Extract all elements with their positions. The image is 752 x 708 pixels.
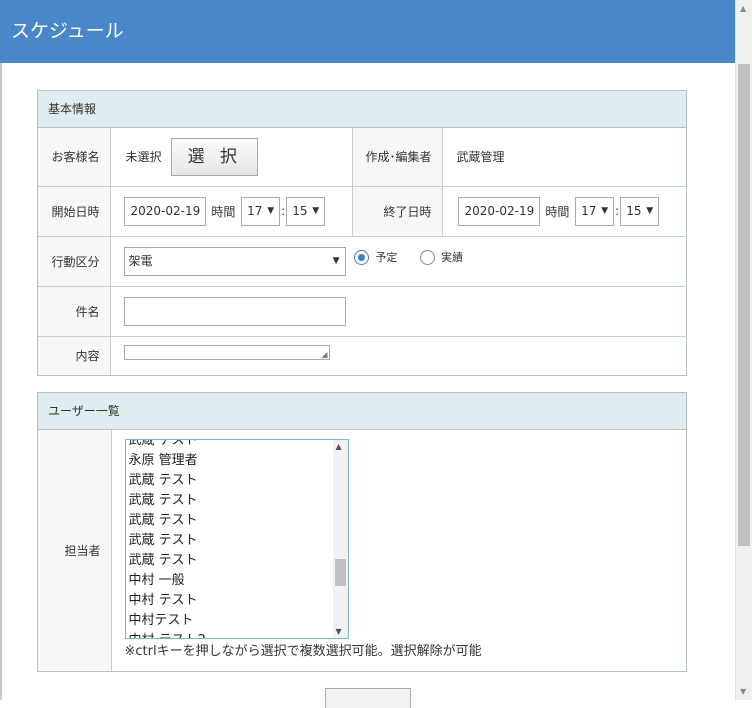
radio-planned[interactable] [354, 249, 370, 265]
subject-row: 件名 [38, 285, 686, 337]
start-date-input[interactable]: 2020-02-19 [123, 196, 206, 226]
start-label: 開始日時 [38, 185, 111, 237]
action-type-value: 架電 [128, 253, 153, 268]
scroll-down-icon[interactable]: ▼ [740, 687, 746, 696]
editor-label: 作成･編集者 [351, 128, 443, 187]
page-scrollbar[interactable]: ▲ ▼ [735, 0, 752, 700]
action-cell: 架電 ▼ 予定 実績 [109, 235, 686, 287]
assignee-row: 担当者 武蔵 テスト 永原 管理者 武蔵 テスト 武蔵 テスト 武蔵 テスト 武… [38, 430, 686, 671]
subject-label: 件名 [38, 285, 111, 337]
start-time-label: 時間 [211, 204, 236, 219]
assignee-label: 担当者 [38, 430, 112, 671]
assignee-cell: 武蔵 テスト 永原 管理者 武蔵 テスト 武蔵 テスト 武蔵 テスト 武蔵 テス… [110, 430, 686, 671]
chevron-down-icon: ▼ [332, 255, 340, 266]
list-item[interactable]: 中村 テスト [129, 591, 331, 611]
scroll-up-icon[interactable]: ▲ [740, 4, 746, 13]
chevron-down-icon: ▼ [646, 205, 654, 216]
list-item[interactable]: 武蔵 テスト [129, 471, 331, 491]
subject-cell [109, 285, 686, 337]
page-scrollbar-thumb[interactable] [738, 64, 750, 546]
bottom-action-button[interactable] [325, 688, 411, 708]
window-title: スケジュール [0, 0, 735, 63]
list-item[interactable]: 中村 テスト2 [129, 631, 331, 638]
start-minute-select[interactable]: 15 ▼ [286, 196, 326, 226]
listbox-scrollbar-thumb[interactable] [334, 559, 346, 586]
user-list-panel: ユーザー一覧 担当者 武蔵 テスト 永原 管理者 武蔵 テスト 武蔵 テスト 武… [37, 392, 687, 672]
editor-value: 武蔵管理 [441, 128, 686, 187]
assignee-listbox[interactable]: 武蔵 テスト 永原 管理者 武蔵 テスト 武蔵 テスト 武蔵 テスト 武蔵 テス… [124, 439, 349, 639]
scroll-down-icon[interactable]: ▼ [336, 627, 342, 636]
chevron-down-icon: ▼ [267, 205, 275, 216]
end-minute-value: 15 [626, 203, 642, 218]
end-hour-select[interactable]: 17 ▼ [575, 196, 615, 226]
end-cell: 2020-02-19 時間 17 ▼:15 ▼ [441, 185, 686, 237]
start-hour-select[interactable]: 17 ▼ [241, 196, 281, 226]
user-list-table: 担当者 武蔵 テスト 永原 管理者 武蔵 テスト 武蔵 テスト 武蔵 テスト 武… [38, 430, 686, 671]
list-item[interactable]: 中村テスト [129, 611, 331, 631]
list-item[interactable]: 武蔵 テスト [129, 511, 331, 531]
start-cell: 2020-02-19 時間 17 ▼:15 ▼ [109, 185, 353, 237]
action-label: 行動区分 [38, 235, 111, 287]
chevron-down-icon: ▼ [601, 205, 609, 216]
end-minute-select[interactable]: 15 ▼ [620, 196, 660, 226]
customer-value: 未選択 [125, 150, 162, 165]
content-row: 内容 ◢ [38, 335, 686, 375]
basic-info-header: 基本情報 [38, 91, 686, 128]
list-item[interactable]: 武蔵 テスト [129, 531, 331, 551]
content-cell: ◢ [109, 335, 686, 375]
multi-select-note: ※ctrlキーを押しながら選択で複数選択可能。選択解除が可能 [124, 644, 482, 659]
customer-cell: 未選択 選 択 [109, 128, 353, 187]
end-time-separator: : [615, 204, 620, 218]
end-time-label: 時間 [545, 204, 570, 219]
list-item[interactable]: 武蔵 テスト [129, 491, 331, 511]
scroll-up-icon[interactable]: ▲ [336, 442, 342, 451]
start-time-separator: : [281, 204, 286, 218]
action-row: 行動区分 架電 ▼ 予定 実績 [38, 235, 686, 287]
list-item[interactable]: 中村 一般 [129, 571, 331, 591]
content-textarea[interactable]: ◢ [123, 344, 330, 360]
resize-grip-icon[interactable]: ◢ [321, 350, 327, 359]
start-minute-value: 15 [292, 203, 308, 218]
end-date-input[interactable]: 2020-02-19 [457, 196, 540, 226]
start-hour-value: 17 [247, 203, 263, 218]
left-edge [0, 63, 2, 700]
list-item[interactable]: 永原 管理者 [129, 451, 331, 471]
radio-actual-label: 実績 [441, 251, 464, 264]
customer-row: お客様名 未選択 選 択 作成･編集者 武蔵管理 [38, 128, 686, 187]
subject-input[interactable] [123, 296, 346, 326]
chevron-down-icon: ▼ [312, 205, 320, 216]
end-hour-value: 17 [581, 203, 597, 218]
radio-actual[interactable] [420, 249, 436, 265]
action-type-select[interactable]: 架電 ▼ [123, 246, 346, 276]
user-list-header: ユーザー一覧 [38, 393, 686, 430]
listbox-scrollbar[interactable]: ▲ ▼ [332, 440, 348, 638]
list-item[interactable]: 武蔵 テスト [129, 551, 331, 571]
end-label: 終了日時 [351, 185, 443, 237]
select-customer-button[interactable]: 選 択 [171, 137, 259, 176]
customer-label: お客様名 [38, 128, 111, 187]
assignee-list-items: 武蔵 テスト 永原 管理者 武蔵 テスト 武蔵 テスト 武蔵 テスト 武蔵 テス… [129, 440, 331, 638]
basic-info-table: お客様名 未選択 選 択 作成･編集者 武蔵管理 開始日時 2020-02-19… [38, 128, 686, 375]
radio-planned-label: 予定 [375, 251, 398, 264]
basic-info-panel: 基本情報 お客様名 未選択 選 択 作成･編集者 武蔵管理 開始日時 2020-… [37, 90, 687, 376]
content-label: 内容 [38, 335, 111, 375]
list-item[interactable]: 武蔵 テスト [129, 440, 331, 451]
datetime-row: 開始日時 2020-02-19 時間 17 ▼:15 ▼ 終了日時 2020-02-… [38, 185, 686, 237]
